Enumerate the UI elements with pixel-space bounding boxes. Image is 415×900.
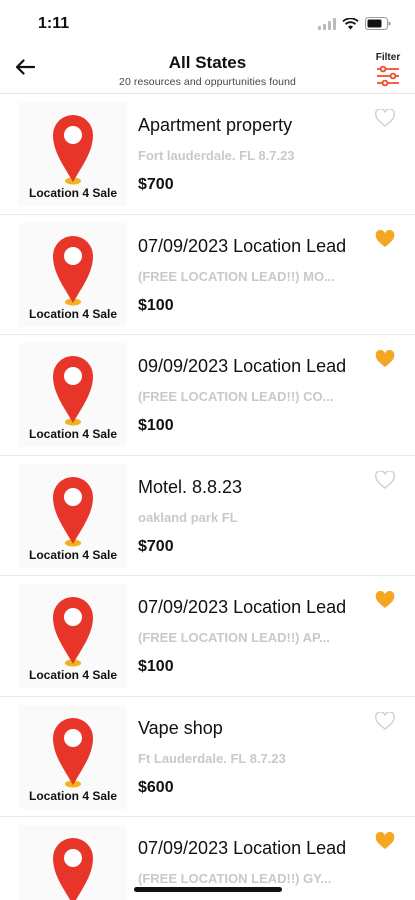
battery-icon	[365, 17, 391, 35]
listing-location: Ft Lauderdale. FL 8.7.23	[138, 750, 286, 766]
heart-outline-icon[interactable]	[375, 108, 395, 127]
listing-location: oakland park FL	[138, 509, 238, 525]
listing-title: 07/09/2023 Location Lead	[138, 235, 347, 256]
wifi-icon	[342, 17, 359, 35]
heart-filled-icon[interactable]	[375, 349, 395, 368]
listing-list: Location 4 Sale Apartment property Fort la…	[0, 94, 415, 900]
listing-card[interactable]: Location 4 Sale 07/09/2023 Location Lead (…	[0, 214, 415, 335]
listing-price: $700	[138, 176, 174, 193]
listing-price: $700	[138, 537, 174, 555]
listing-price: $100	[138, 417, 174, 434]
listing-thumbnail: Location 4 Sale	[19, 584, 127, 688]
listing-price: $100	[138, 296, 174, 314]
listing-thumbnail: Location 4 Sale	[19, 343, 127, 447]
listing-card[interactable]: Location 4 Sale Motel. 8.8.23 oakland park…	[0, 455, 415, 576]
listing-thumbnail: Location 4 Sale	[19, 704, 127, 809]
map-pin-icon	[52, 476, 94, 555]
listing-card[interactable]: Location 4 Sale 07/09/2023 Location Lead (…	[0, 576, 415, 697]
listing-thumbnail: Location 4 Sale	[19, 102, 127, 206]
page-title: All States	[168, 53, 247, 72]
listing-thumbnail: Location 4 Sale	[19, 222, 127, 327]
map-pin-icon	[52, 355, 94, 434]
listing-thumbnail: Location 4 Sale	[19, 463, 127, 568]
header: All States 20 resources and oppurtunitie…	[0, 48, 415, 94]
thumbnail-caption: Location 4 Sale	[28, 788, 118, 803]
map-pin-icon	[52, 114, 94, 193]
listing-title: 07/09/2023 Location Lead	[138, 597, 347, 617]
filter-sliders-icon	[375, 65, 401, 92]
heart-filled-icon[interactable]	[375, 590, 395, 609]
status-time: 1:11	[38, 15, 70, 32]
map-pin-icon	[52, 235, 94, 314]
heart-outline-icon[interactable]	[375, 469, 395, 489]
map-pin-icon	[52, 717, 94, 796]
status-icons	[318, 17, 391, 35]
listing-card[interactable]: Location 4 Sale Vape shop Ft Lauderdale. F…	[0, 696, 415, 817]
listing-location: (FREE LOCATION LEAD!!) GY...	[138, 871, 332, 886]
heart-outline-icon[interactable]	[375, 710, 395, 730]
thumbnail-caption: Location 4 Sale	[28, 306, 118, 321]
listing-card[interactable]: Location 4 Sale Apartment property Fort la…	[0, 94, 415, 215]
home-indicator	[134, 887, 282, 892]
thumbnail-caption: Location 4 Sale	[28, 186, 118, 200]
listing-price: $100	[138, 658, 174, 675]
listing-title: Motel. 8.8.23	[138, 476, 243, 497]
listing-location: (FREE LOCATION LEAD!!) CO...	[138, 389, 334, 404]
listing-price: $600	[138, 778, 174, 796]
map-pin-icon	[52, 837, 94, 900]
map-pin-icon	[52, 596, 94, 675]
status-bar: 1:11	[0, 0, 415, 48]
listing-thumbnail: Location 4 Sale	[19, 825, 127, 900]
listing-title: 07/09/2023 Location Lead	[138, 838, 347, 858]
listing-location: (FREE LOCATION LEAD!!) AP...	[138, 630, 330, 645]
listing-location: (FREE LOCATION LEAD!!) MO...	[138, 268, 335, 284]
thumbnail-caption: Location 4 Sale	[28, 547, 118, 562]
results-count: 20 resources and oppurtunities found	[119, 76, 296, 88]
listing-title: 09/09/2023 Location Lead	[138, 356, 347, 376]
listing-card[interactable]: Location 4 Sale 09/09/2023 Location Lead (…	[0, 335, 415, 456]
listing-title: Apartment property	[138, 115, 293, 135]
listing-title: Vape shop	[138, 717, 223, 738]
heart-filled-icon[interactable]	[375, 229, 395, 248]
thumbnail-caption: Location 4 Sale	[28, 427, 118, 441]
listing-location: Fort lauderdale. FL 8.7.23	[138, 148, 295, 163]
thumbnail-caption: Location 4 Sale	[28, 668, 118, 682]
cellular-signal-icon	[318, 17, 336, 35]
filter-button[interactable]: Filter	[371, 52, 405, 90]
heart-filled-icon[interactable]	[375, 831, 395, 850]
filter-label: Filter	[375, 52, 401, 63]
